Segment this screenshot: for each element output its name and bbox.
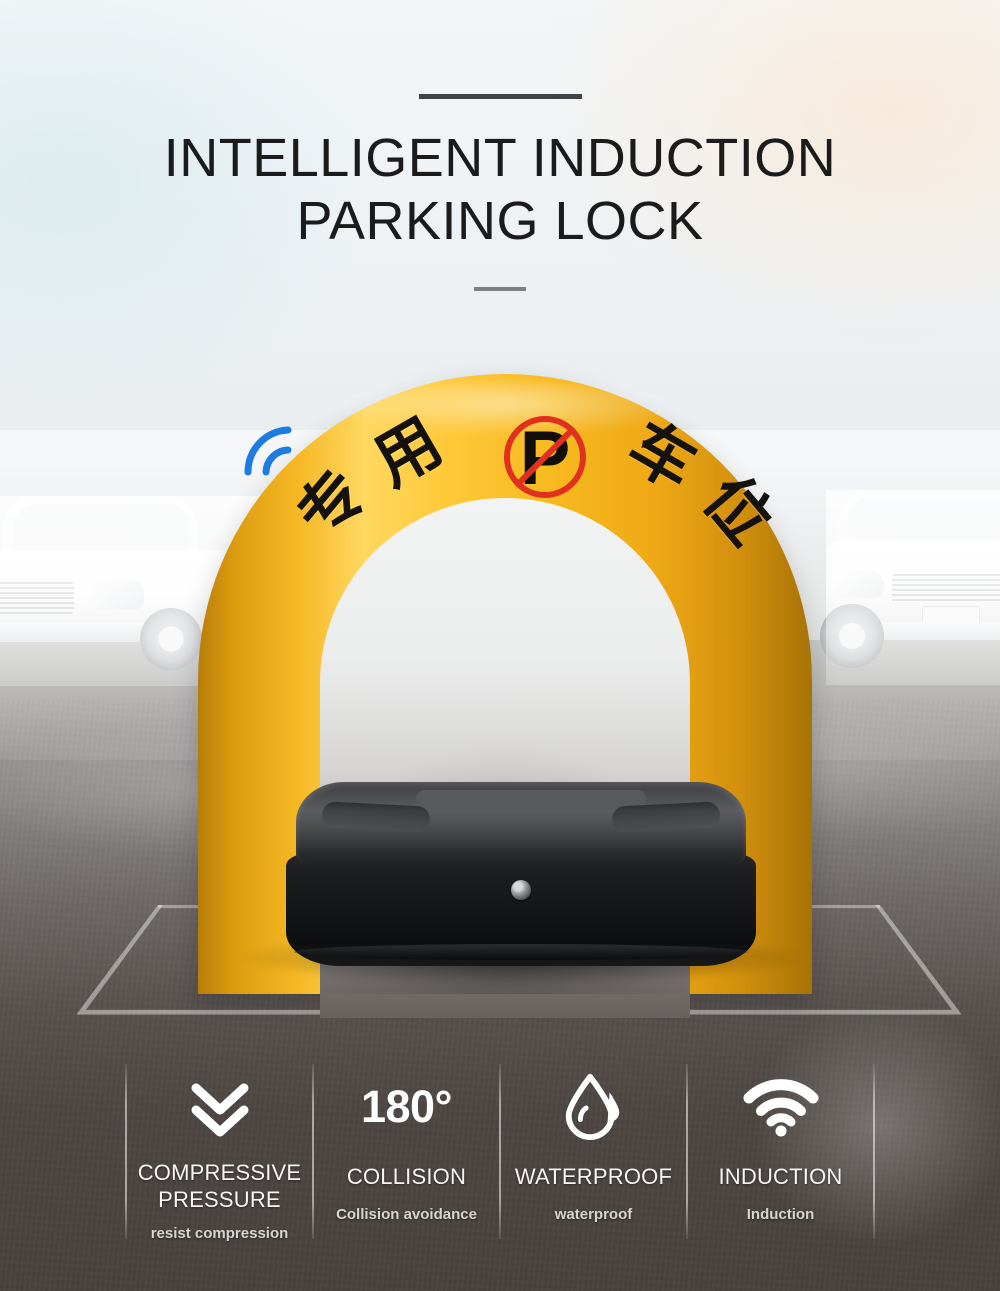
feature-subtitle: Induction xyxy=(746,1206,815,1223)
feature-title: INDUCTION xyxy=(718,1164,843,1189)
feature-subtitle: resist compression xyxy=(150,1225,289,1242)
degree-180-text: 180° xyxy=(360,1067,453,1145)
wireless-signal-indicator xyxy=(236,420,298,482)
feature-subtitle: Collision avoidance xyxy=(336,1206,477,1223)
wifi-icon xyxy=(741,1067,821,1145)
feature-item-waterproof: WATERPROOF waterproof xyxy=(501,1055,686,1224)
feature-subtitle: waterproof xyxy=(554,1206,633,1223)
base-housing xyxy=(286,854,756,966)
feature-title: COMPRESSIVE PRESSURE xyxy=(137,1160,302,1212)
feature-divider xyxy=(873,1064,875,1239)
feature-item-collision: 180° COLLISION Collision avoidance xyxy=(314,1055,499,1224)
parking-lock-product: 专 用 车 位 P xyxy=(0,0,1000,1018)
base-lid xyxy=(296,782,746,868)
product-poster: INTELLIGENT INDUCTION PARKING LOCK 专 用 车… xyxy=(0,0,1000,1291)
lock-base-unit xyxy=(242,782,802,984)
feature-title: WATERPROOF xyxy=(514,1164,673,1189)
feature-title: COLLISION xyxy=(346,1164,467,1189)
feature-strip: COMPRESSIVE PRESSURE resist compression … xyxy=(0,1055,1000,1291)
feature-icon-text: 180° xyxy=(360,1080,453,1132)
base-screw-bolt xyxy=(511,880,531,900)
water-drop-icon xyxy=(559,1067,629,1145)
feature-item-compressive-pressure: COMPRESSIVE PRESSURE resist compression xyxy=(127,1055,312,1243)
no-parking-sign: P xyxy=(502,414,588,501)
feature-item-induction: INDUCTION Induction xyxy=(688,1055,873,1224)
double-chevron-down-icon xyxy=(184,1067,256,1145)
